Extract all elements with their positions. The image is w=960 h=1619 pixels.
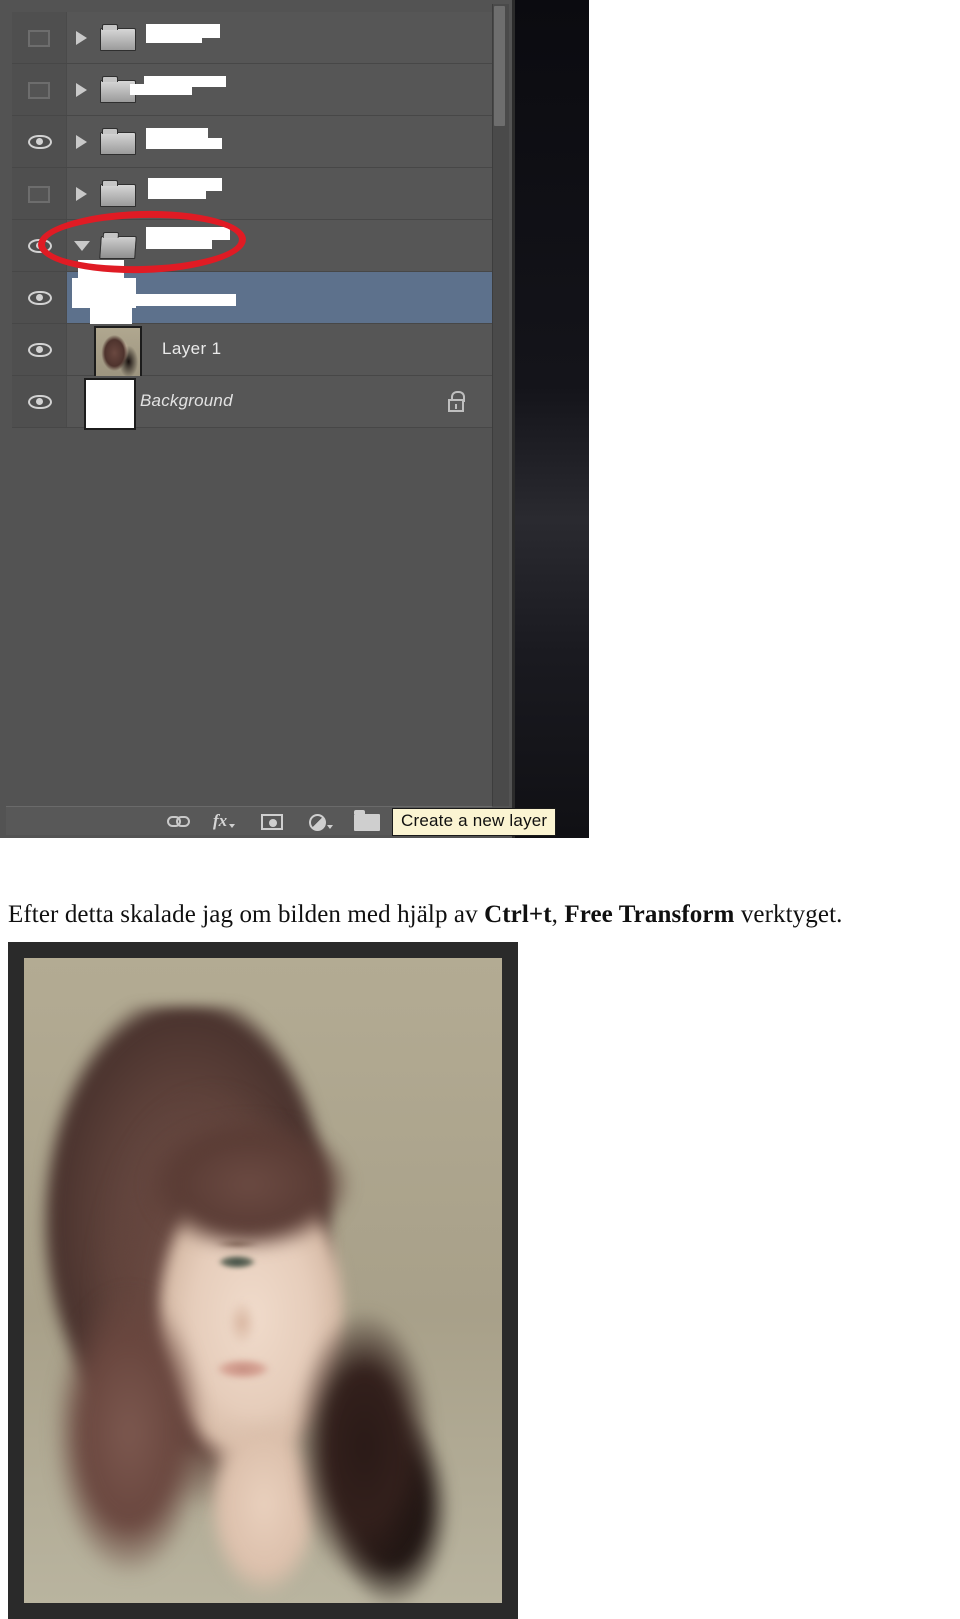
photo-curls [34,1258,224,1603]
layer-row[interactable] [12,12,498,64]
eye-icon[interactable] [28,238,52,253]
chevron-right-icon[interactable] [76,82,87,97]
lock-icon [448,390,465,412]
visibility-cell[interactable] [12,116,67,167]
visibility-cell[interactable] [12,272,67,323]
folder-open-icon [99,235,137,259]
eye-off-icon[interactable] [28,185,50,203]
new-group-icon[interactable] [354,810,380,831]
layers-scrollbar-thumb[interactable] [494,6,505,126]
caption-bold-free-transform: Free Transform [564,901,735,928]
redacted-layer-name [148,189,206,199]
visibility-cell[interactable] [12,376,67,427]
caption-part-2: , [551,901,565,928]
caption-text: Efter detta skalade jag om bilden med hj… [8,899,952,931]
chevron-right-icon[interactable] [76,30,87,45]
link-icon[interactable] [167,816,193,827]
eye-icon[interactable] [28,134,52,149]
layer-row-layer-1[interactable]: Layer 1 [12,324,498,378]
eye-off-icon[interactable] [28,81,50,99]
portrait-photo [24,958,502,1603]
visibility-cell[interactable] [12,64,67,115]
tooltip: Create a new layer [392,808,557,836]
eye-icon[interactable] [28,342,52,357]
layer-row[interactable] [12,64,498,116]
photoshop-canvas-area [510,0,589,838]
photo-eyebrow [210,1240,264,1248]
photoshop-screenshot: Layer 1 Background fx Create a new layer [0,0,589,838]
redacted-layer-name [122,294,236,306]
visibility-cell[interactable] [12,324,67,375]
caption-part-3: verktyget. [734,901,843,928]
visibility-cell[interactable] [12,12,67,63]
layer-row[interactable] [12,116,498,168]
layer-name-label: Background [140,390,233,410]
folder-icon [100,23,136,51]
layer-mask-icon[interactable] [261,814,283,830]
redacted-layer-name [146,138,222,149]
caption-bold-ctrl-t: Ctrl+t [484,901,552,928]
adjustment-layer-icon[interactable] [309,814,333,831]
caption-part-1: Efter detta skalade jag om bilden med hj… [8,901,485,928]
layer-row-selected[interactable] [12,260,498,326]
redacted-layer-name [130,84,192,95]
eye-icon[interactable] [28,394,52,409]
layers-list: Layer 1 Background [6,4,498,834]
photo-side-hair [279,1288,469,1603]
photo-nose [220,1288,260,1346]
photo-frame [8,942,518,1619]
visibility-cell[interactable] [12,220,67,271]
layer-name-label: Layer 1 [162,338,222,358]
chevron-down-icon[interactable] [74,240,90,251]
photo-lips [210,1356,276,1382]
layer-row-background[interactable]: Background [12,376,498,430]
layer-thumbnail [94,325,142,378]
eye-off-icon[interactable] [28,29,50,47]
folder-icon [100,127,136,155]
folder-icon [100,179,136,207]
photo-eye [214,1254,260,1270]
chevron-right-icon[interactable] [76,186,87,201]
visibility-cell[interactable] [12,168,67,219]
redacted-layer-name [90,304,132,326]
redacted-layer-name [146,34,202,43]
redacted-layer-name [146,238,212,249]
fx-icon[interactable]: fx [213,811,236,830]
layer-row[interactable] [12,168,498,220]
layers-panel: Layer 1 Background fx Create a new layer [0,0,557,838]
layer-thumbnail [84,377,136,430]
eye-icon[interactable] [28,290,52,305]
chevron-right-icon[interactable] [76,134,87,149]
photo-fringe [119,1108,369,1278]
